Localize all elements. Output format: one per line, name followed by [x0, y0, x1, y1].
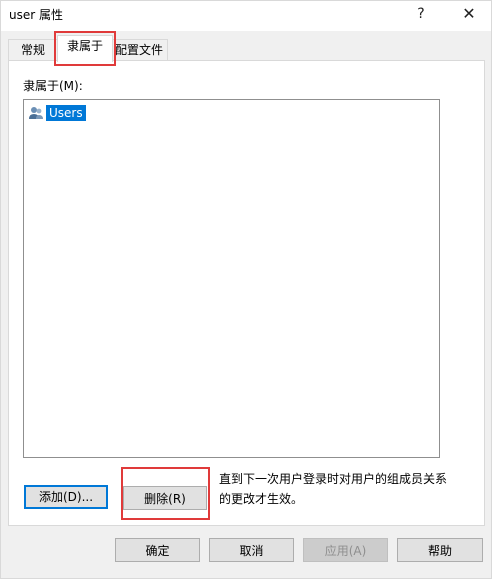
remove-button[interactable]: 删除(R) — [123, 486, 207, 510]
ok-button[interactable]: 确定 — [115, 538, 200, 562]
tab-profile[interactable]: 配置文件 — [110, 39, 168, 60]
tab-general[interactable]: 常规 — [8, 39, 58, 60]
help-icon[interactable]: ? — [403, 3, 439, 27]
cancel-button[interactable]: 取消 — [209, 538, 294, 562]
close-icon[interactable]: ✕ — [451, 3, 487, 27]
member-of-panel: 隶属于(M): Users 添加(D)... 删除(R) 直到下一次用户登录时对… — [8, 60, 485, 526]
help-button[interactable]: 帮助 — [397, 538, 483, 562]
add-button[interactable]: 添加(D)... — [24, 485, 108, 509]
group-icon — [29, 106, 43, 119]
title-bar: user 属性 ? ✕ — [1, 1, 491, 31]
tab-member-of[interactable]: 隶属于 — [57, 35, 113, 62]
properties-dialog: user 属性 ? ✕ 常规 隶属于 配置文件 隶属于(M): Users 添加… — [0, 0, 492, 579]
membership-note: 直到下一次用户登录时对用户的组成员关系的更改才生效。 — [219, 472, 448, 506]
group-listbox[interactable]: Users — [23, 99, 440, 458]
list-item[interactable]: Users — [28, 104, 86, 121]
dialog-title: user 属性 — [9, 8, 63, 22]
group-name: Users — [46, 104, 86, 121]
apply-button[interactable]: 应用(A) — [303, 538, 388, 562]
member-of-label: 隶属于(M): — [23, 79, 83, 93]
